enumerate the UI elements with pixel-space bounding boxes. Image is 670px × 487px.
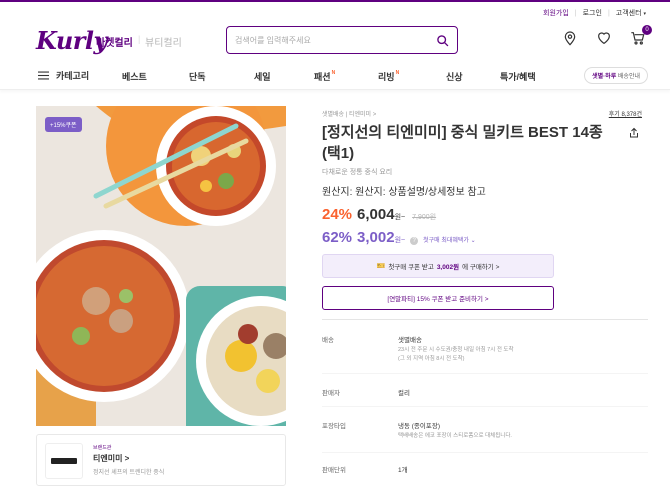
new-badge: N — [331, 70, 336, 76]
first-purchase-coupon-button[interactable]: 🎫 첫구매 쿠폰 받고 3,002원 에 구매하기 > — [322, 254, 554, 278]
top-accent-bar — [0, 0, 670, 2]
share-icon[interactable] — [628, 127, 640, 139]
hamburger-icon — [38, 71, 49, 80]
tab-market-kurly[interactable]: 마켓컬리 — [96, 34, 133, 49]
row-divider — [322, 373, 648, 374]
review-link[interactable]: 후기 8,378건 — [609, 109, 642, 118]
util-separator: | — [607, 9, 610, 17]
sale-price: 6,004 — [357, 206, 395, 223]
new-badge: N — [395, 70, 400, 76]
origin-info: 원산지: 원산지: 상품설명/상세정보 참고 — [322, 187, 486, 198]
search-icon[interactable] — [436, 34, 449, 47]
info-label-unit: 판매단위 — [322, 467, 346, 474]
product-image[interactable] — [36, 106, 286, 426]
benefit-discount-rate: 62% — [322, 229, 353, 246]
row-divider — [322, 406, 648, 407]
heart-icon[interactable] — [596, 30, 612, 46]
brand-desc: 정지선 셰프의 트렌디한 중식 — [93, 470, 165, 476]
info-value-packaging: 냉동 (종이포장) — [398, 423, 441, 430]
info-label-packaging: 포장타입 — [322, 423, 346, 430]
price-row: 24% 6,004원~ 7,900원 — [322, 206, 436, 224]
brand-logo — [45, 443, 83, 479]
nav-fashion-label: 패션 — [314, 72, 331, 82]
discount-rate: 24% — [322, 206, 353, 223]
benefit-price-unit: 원~ — [394, 237, 406, 244]
category-menu[interactable]: 카테고리 — [38, 69, 89, 82]
tab-beauty-kurly[interactable]: 뷰티컬리 — [145, 34, 182, 49]
nav-special[interactable]: 특가/혜택 — [500, 70, 536, 83]
chevron-down-icon: ⌄ — [470, 238, 476, 244]
delivery-bold: 샛별·하루 — [592, 74, 617, 80]
global-nav: 카테고리 베스트 단독 세일 패션N 리빙N 신상 특가/혜택 샛별·하루 배송… — [0, 64, 670, 90]
breadcrumb[interactable]: 샛별배송 | 티엔미미 > — [322, 109, 376, 118]
coupon-btn-pre: 첫구매 쿠폰 받고 — [388, 264, 434, 271]
original-price: 7,900원 — [412, 214, 437, 221]
party-coupon-button[interactable]: [연말파티] 15% 쿠폰 받고 준비하기 > — [322, 286, 554, 310]
nav-living[interactable]: 리빙N — [378, 70, 399, 83]
info-value-unit: 1개 — [398, 467, 408, 474]
login-link[interactable]: 로그인 — [583, 8, 602, 18]
coupon-btn-post: 에 구매하기 > — [462, 264, 500, 271]
benefit-price: 3,002 — [357, 229, 395, 246]
brand-hint: 브랜드관 — [93, 445, 112, 451]
delivery-info-button[interactable]: 샛별·하루 배송안내 — [584, 67, 648, 84]
help-icon[interactable]: ? — [410, 237, 419, 245]
nav-best[interactable]: 베스트 — [122, 70, 147, 83]
signup-link[interactable]: 회원가입 — [543, 8, 569, 18]
product-subtitle: 다채로운 정통 중식 요리 — [322, 169, 393, 176]
search-bar — [226, 26, 458, 54]
coupon-tag: +15%쿠폰 — [45, 117, 82, 132]
brand-card[interactable]: 브랜드관 티엔미미 > 정지선 셰프의 트렌디한 중식 — [36, 434, 286, 486]
nav-sale[interactable]: 세일 — [254, 70, 271, 83]
nav-fashion[interactable]: 패션N — [314, 70, 335, 83]
coupon-btn-price: 3,002원 — [436, 264, 460, 271]
util-separator: | — [574, 9, 577, 17]
nav-exclusive[interactable]: 단독 — [189, 70, 206, 83]
search-input[interactable] — [235, 35, 436, 45]
product-title: [정지선의 티엔미미] 중식 밀키트 BEST 14종 (택1) — [322, 124, 603, 162]
category-label: 카테고리 — [56, 71, 90, 81]
brand-name[interactable]: 티엔미미 > — [93, 453, 129, 464]
info-value-seller: 컬리 — [398, 390, 410, 397]
nav-new[interactable]: 신상 — [446, 70, 463, 83]
header-icons: 0 — [562, 25, 652, 46]
delivery-text: 배송안내 — [617, 74, 640, 80]
tab-separator: | — [138, 34, 141, 44]
info-sub-packaging: 택배배송은 에코 포장이 스티로폼으로 대체됩니다. — [398, 433, 512, 439]
info-label-delivery: 배송 — [322, 337, 334, 344]
price-unit: 원~ — [394, 214, 406, 221]
info-value-delivery: 샛별배송 — [398, 337, 422, 344]
chevron-down-icon: ▾ — [643, 11, 646, 17]
info-sub-delivery: 23시 전 주문 시 수도권/충청 내일 아침 7시 전 도착 (그 외 지역 … — [398, 347, 514, 362]
section-divider — [322, 319, 648, 320]
customer-center-link[interactable]: 고객센터 ▾ — [616, 8, 646, 18]
nav-living-label: 리빙 — [378, 72, 395, 82]
ticket-icon: 🎫 — [376, 263, 386, 270]
cart-icon[interactable]: 0 — [630, 25, 652, 46]
util-nav: 회원가입 | 로그인 | 고객센터 ▾ — [543, 8, 646, 18]
customer-center-label: 고객센터 — [615, 10, 642, 17]
row-divider — [322, 452, 648, 453]
product-photo — [36, 106, 286, 426]
benefit-price-row: 62% 3,002원~ ? 첫구매 최대혜택가 ⌄ — [322, 229, 476, 247]
first-purchase-max-label: 첫구매 최대혜택가 — [423, 238, 469, 244]
info-label-seller: 판매자 — [322, 390, 340, 397]
first-purchase-max-benefit[interactable]: 첫구매 최대혜택가 ⌄ — [423, 235, 476, 244]
cart-count-badge: 0 — [642, 25, 652, 35]
location-icon[interactable] — [562, 30, 578, 46]
